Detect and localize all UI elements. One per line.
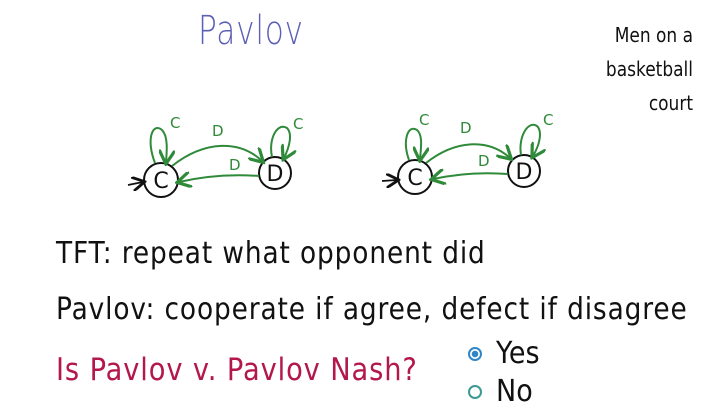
option-yes-label[interactable]: Yes — [496, 336, 540, 371]
edge-label: D — [229, 156, 241, 174]
edge-c-to-d — [425, 143, 510, 164]
self-loop-c — [149, 127, 167, 163]
start-arrow — [127, 182, 143, 185]
state-d-label: D — [267, 162, 284, 187]
edge-label: D — [460, 119, 472, 137]
option-yes[interactable]: Yes — [468, 336, 544, 371]
edge-label: C — [170, 114, 180, 132]
edge-label: C — [419, 111, 429, 129]
option-no[interactable]: No — [468, 374, 537, 409]
self-loop-c — [405, 127, 421, 160]
radio-yes[interactable] — [468, 346, 482, 361]
state-c-label: C — [407, 166, 422, 191]
state-c-label: C — [153, 169, 168, 194]
self-loop-d — [519, 123, 540, 156]
state-d-label: D — [516, 160, 533, 185]
start-arrow — [381, 180, 397, 181]
quiz-question: Is Pavlov v. Pavlov Nash? — [56, 352, 418, 388]
edge-label: C — [543, 111, 553, 129]
option-no-label[interactable]: No — [496, 374, 533, 409]
edge-label: D — [212, 122, 224, 140]
pavlov-description: Pavlov: cooperate if agree, defect if di… — [56, 292, 688, 327]
radio-no[interactable] — [468, 384, 482, 399]
edge-d-to-c — [433, 173, 509, 179]
edge-label: C — [293, 115, 303, 133]
edge-d-to-c — [179, 175, 260, 182]
tft-description: TFT: repeat what opponent did — [56, 236, 486, 271]
self-loop-d — [270, 125, 290, 158]
edge-label: D — [478, 152, 490, 170]
diagram-right: C D C C D D — [381, 111, 553, 195]
diagram-left: C D C C D D — [127, 114, 303, 198]
edge-c-to-d — [171, 144, 262, 167]
